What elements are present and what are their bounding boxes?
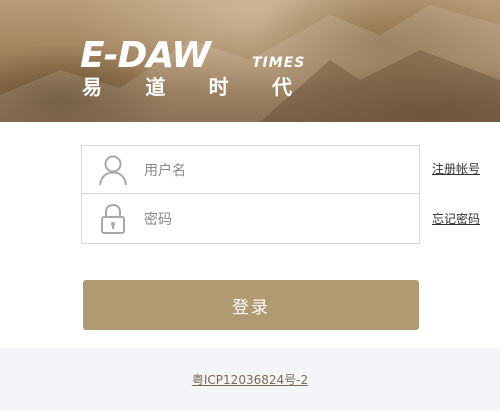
password-field[interactable]: 密码 <box>82 195 419 243</box>
username-placeholder: 用户名 <box>144 162 186 179</box>
logo-cn-char: 易 <box>82 75 102 99</box>
footer: 粤ICP12036824号-2 <box>0 348 500 411</box>
logo-cn-char: 代 <box>271 75 292 99</box>
mountain-background <box>0 5 500 122</box>
register-link[interactable]: 注册帐号 <box>432 160 480 177</box>
logo-chinese-name: 易 道 时 代 <box>82 76 292 98</box>
password-placeholder: 密码 <box>144 212 172 228</box>
login-form: 用户名 密码 <box>81 145 420 244</box>
lock-icon <box>82 195 144 243</box>
header-banner: E-DAW TIMES 易 道 时 代 <box>0 0 500 122</box>
icp-link[interactable]: 粤ICP12036824号-2 <box>192 371 308 388</box>
login-button[interactable]: 登录 <box>83 280 419 330</box>
username-field[interactable]: 用户名 <box>82 146 419 194</box>
logo-cn-char: 道 <box>145 75 166 99</box>
forgot-password-link[interactable]: 忘记密码 <box>432 210 480 227</box>
logo-wordmark: E-DAW <box>80 35 211 76</box>
logo-cn-char: 时 <box>208 75 229 99</box>
logo-suffix: TIMES <box>252 55 306 71</box>
user-icon <box>82 146 144 194</box>
